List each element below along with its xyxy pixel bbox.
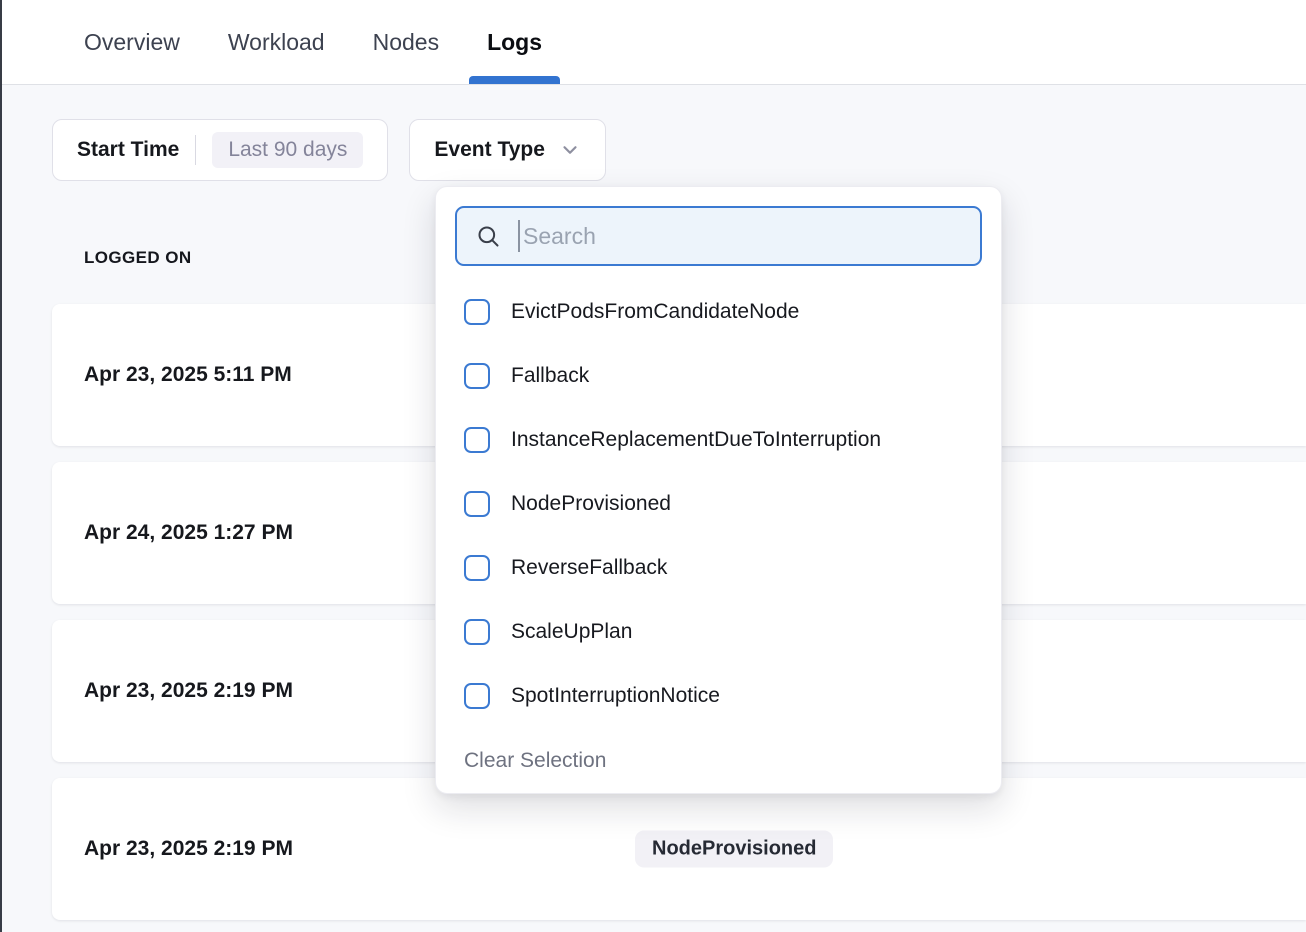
tab-bar: Overview Workload Nodes Logs [2,0,1306,85]
option-label: ReverseFallback [511,556,667,580]
option-scaleupplan[interactable]: ScaleUpPlan [436,600,1001,664]
text-caret [518,220,520,252]
event-type-dropdown-panel: Search EvictPodsFromCandidateNode Fallba… [435,186,1002,794]
option-nodeprovisioned[interactable]: NodeProvisioned [436,472,1001,536]
clear-selection-button[interactable]: Clear Selection [464,749,606,773]
option-label: ScaleUpPlan [511,620,632,644]
option-label: EvictPodsFromCandidateNode [511,300,799,324]
event-type-option-list: EvictPodsFromCandidateNode Fallback Inst… [436,280,1001,728]
filter-bar: Start Time Last 90 days Event Type [52,119,606,181]
event-type-label: Event Type [434,138,544,162]
tab-nodes-label: Nodes [373,29,439,56]
option-label: Fallback [511,364,589,388]
tab-logs[interactable]: Logs [469,0,560,84]
tab-logs-label: Logs [487,29,542,56]
option-reversefallback[interactable]: ReverseFallback [436,536,1001,600]
event-type-badge: NodeProvisioned [635,831,833,868]
option-spotinterruptionnotice[interactable]: SpotInterruptionNotice [436,664,1001,728]
dropdown-search-input[interactable]: Search [455,206,982,266]
search-placeholder: Search [523,223,596,250]
tab-overview[interactable]: Overview [66,0,198,84]
column-header-logged-on: LOGGED ON [84,248,192,268]
logged-on-value: Apr 23, 2025 2:19 PM [84,837,293,861]
tab-workload-label: Workload [228,29,325,56]
event-type-filter-button[interactable]: Event Type [409,119,605,181]
option-instancereplacementduetointerruption[interactable]: InstanceReplacementDueToInterruption [436,408,1001,472]
logged-on-value: Apr 23, 2025 2:19 PM [84,679,293,703]
option-label: InstanceReplacementDueToInterruption [511,428,881,452]
checkbox-unchecked[interactable] [464,683,490,709]
logged-on-value: Apr 23, 2025 5:11 PM [84,363,292,387]
checkbox-unchecked[interactable] [464,363,490,389]
logged-on-value: Apr 24, 2025 1:27 PM [84,521,293,545]
checkbox-unchecked[interactable] [464,619,490,645]
checkbox-unchecked[interactable] [464,427,490,453]
checkbox-unchecked[interactable] [464,491,490,517]
tab-overview-label: Overview [84,29,180,56]
start-time-label: Start Time [77,138,179,162]
option-fallback[interactable]: Fallback [436,344,1001,408]
checkbox-unchecked[interactable] [464,555,490,581]
option-evictpodsfromcandidatenode[interactable]: EvictPodsFromCandidateNode [436,280,1001,344]
chevron-down-icon [559,139,581,161]
table-row[interactable]: Apr 23, 2025 2:19 PM NodeProvisioned [52,778,1306,920]
start-time-filter-button[interactable]: Start Time Last 90 days [52,119,388,181]
search-icon [475,223,502,250]
option-label: NodeProvisioned [511,492,671,516]
option-label: SpotInterruptionNotice [511,684,720,708]
tab-nodes[interactable]: Nodes [355,0,457,84]
tab-workload[interactable]: Workload [210,0,343,84]
start-time-value-pill[interactable]: Last 90 days [212,132,363,168]
filter-divider [195,135,196,165]
checkbox-unchecked[interactable] [464,299,490,325]
